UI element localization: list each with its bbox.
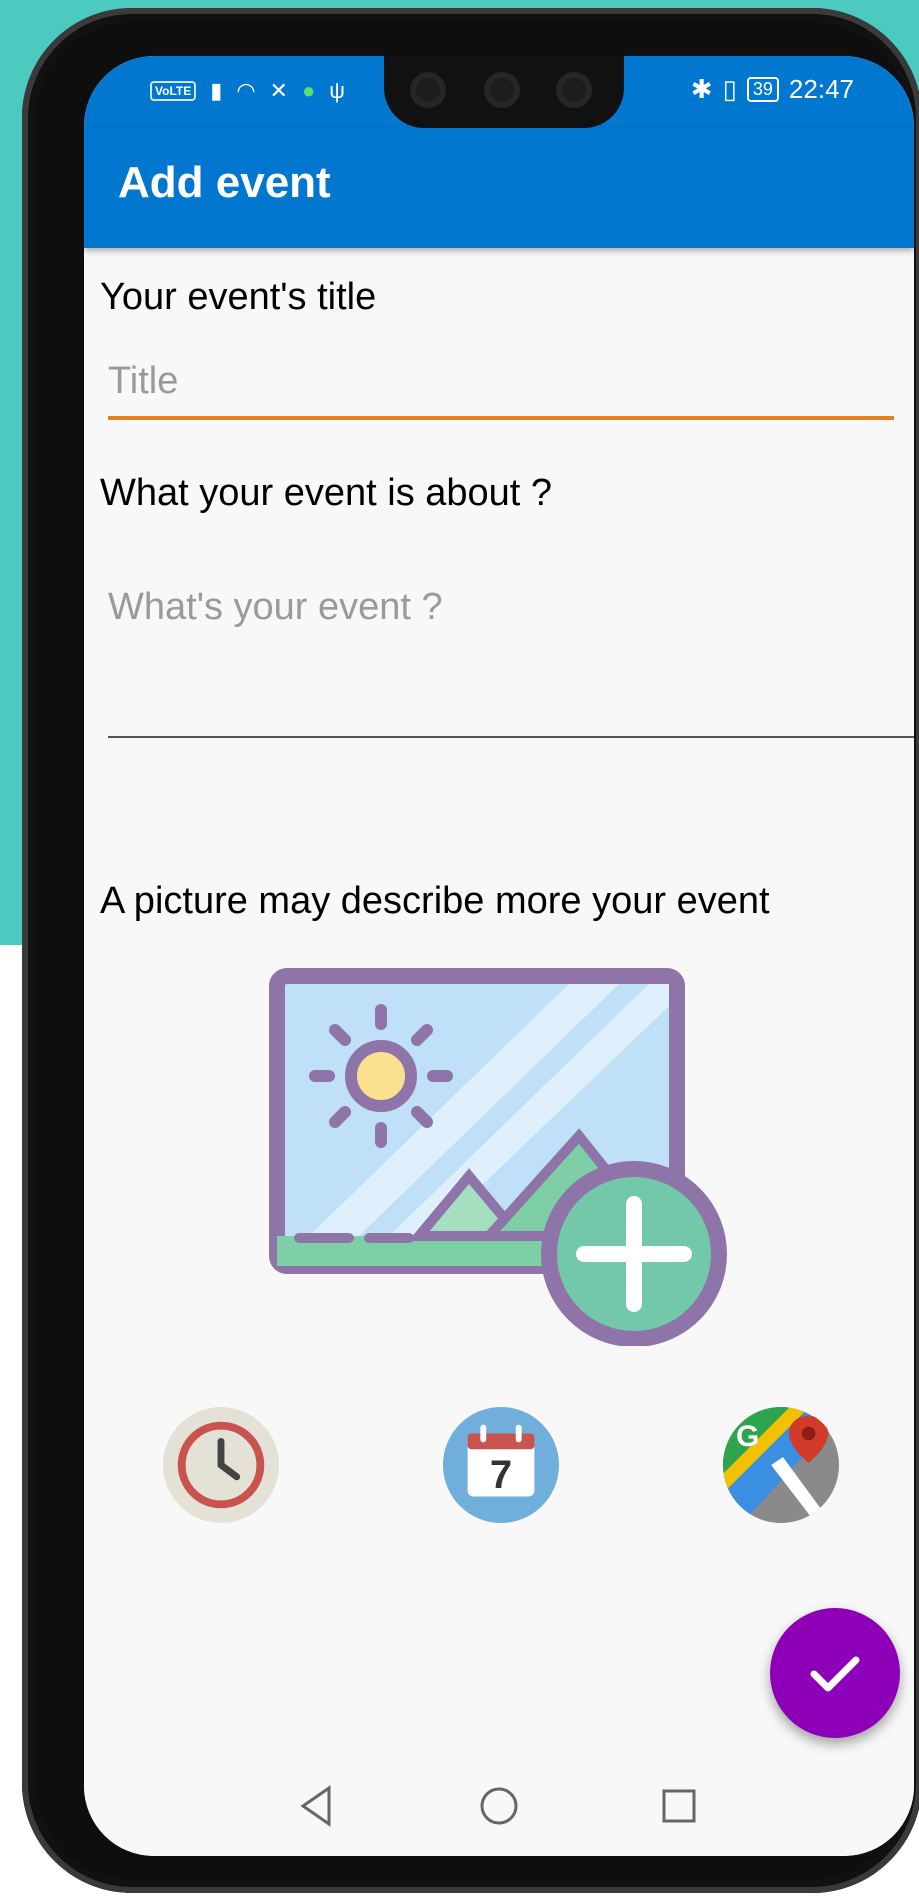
wifi-icon: ◠: [236, 78, 256, 103]
bluetooth-icon: ✱: [690, 74, 713, 104]
battery-icon: 39: [746, 77, 779, 102]
phone-frame: VoLTE ▮ ◠ ✕ ● ψ ✱ ▯ 39 22:47 Add event Y…: [22, 8, 919, 1893]
vibrate-icon: ▯: [722, 74, 737, 104]
description-placeholder: What's your event ?: [108, 586, 443, 628]
page-title: Add event: [118, 158, 331, 207]
confirm-button[interactable]: [770, 1608, 900, 1738]
description-input[interactable]: What's your event ?: [108, 496, 914, 738]
status-left: VoLTE ▮ ◠ ✕ ● ψ: [150, 78, 345, 104]
phone-screen: VoLTE ▮ ◠ ✕ ● ψ ✱ ▯ 39 22:47 Add event Y…: [84, 56, 914, 1856]
status-time: 22:47: [788, 74, 854, 104]
option-icons-row: 7 G: [84, 1406, 914, 1526]
add-image-icon[interactable]: [269, 966, 729, 1346]
home-icon[interactable]: [469, 1776, 529, 1836]
navigation-bar: [84, 1756, 914, 1856]
back-icon[interactable]: [289, 1776, 349, 1836]
picture-label: A picture may describe more your event: [100, 880, 770, 922]
sensor-icon: [410, 72, 446, 108]
calendar-day: 7: [489, 1453, 513, 1497]
maps-letter: G: [736, 1420, 760, 1453]
usb-icon: ψ: [329, 78, 345, 103]
volte-badge: VoLTE: [150, 81, 197, 101]
camera-notch: [384, 56, 624, 128]
title-label: Your event's title: [100, 276, 377, 318]
camera-lens-icon: [556, 72, 592, 108]
clock-icon[interactable]: [162, 1406, 280, 1524]
title-placeholder: Title: [108, 360, 179, 402]
app-bar: Add event: [84, 128, 914, 248]
check-icon: [810, 1656, 860, 1692]
title-input[interactable]: Title: [108, 356, 894, 420]
location-button[interactable]: G: [722, 1406, 840, 1524]
calendar-button[interactable]: 7: [442, 1406, 560, 1524]
signal-icon: ▮: [210, 78, 223, 103]
front-camera-icon: [484, 72, 520, 108]
recents-icon[interactable]: [649, 1776, 709, 1836]
status-right: ✱ ▯ 39 22:47: [691, 74, 854, 105]
missed-call-icon: ✕: [269, 78, 288, 103]
vpn-icon: ●: [301, 78, 316, 103]
status-bar: VoLTE ▮ ◠ ✕ ● ψ ✱ ▯ 39 22:47: [84, 56, 914, 128]
